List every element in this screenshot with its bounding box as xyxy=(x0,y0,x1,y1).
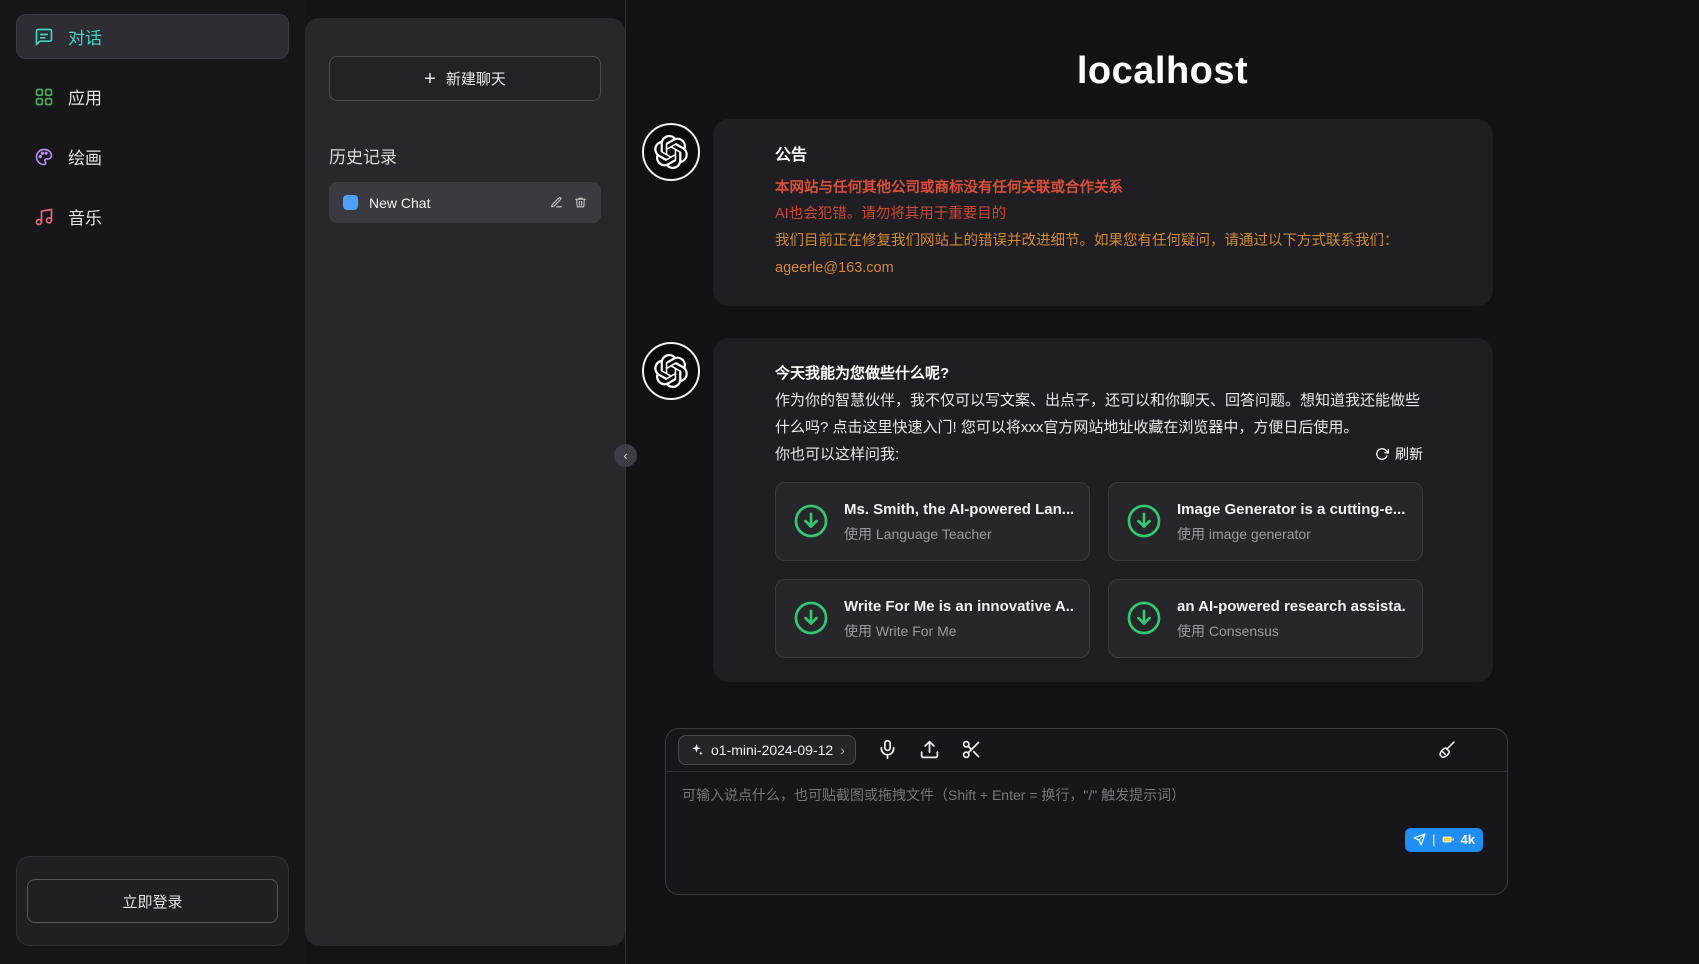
upload-button[interactable] xyxy=(919,739,940,760)
welcome-bubble: 今天我能为您做些什么呢? 作为你的智慧伙伴，我不仅可以写文案、出点子，还可以和你… xyxy=(713,338,1493,682)
announcement-line: 我们目前正在修复我们网站上的错误并改进细节。如果您有任何疑问，请通过以下方式联系… xyxy=(775,228,1423,255)
suggestion-title: an AI-powered research assista... xyxy=(1177,596,1406,617)
sidebar-item-label: 应用 xyxy=(68,84,102,109)
login-button[interactable]: 立即登录 xyxy=(27,879,278,923)
composer-toolbar: o1-mini-2024-09-12 › xyxy=(666,729,1507,772)
new-chat-button[interactable]: + 新建聊天 xyxy=(329,56,601,101)
announcement-line: 本网站与任何其他公司或商标没有任何关联或合作关系 xyxy=(775,175,1423,202)
model-selector[interactable]: o1-mini-2024-09-12 › xyxy=(678,735,856,765)
composer-body xyxy=(666,772,1507,894)
history-item[interactable]: New Chat xyxy=(329,182,601,223)
apps-grid-icon xyxy=(34,87,54,107)
openai-logo-icon xyxy=(654,135,688,169)
divider: | xyxy=(1432,832,1435,847)
announcement-contact-email[interactable]: ageerle@163.com xyxy=(775,255,1423,282)
chat-bubble-icon xyxy=(34,27,54,47)
scissors-icon xyxy=(961,739,982,760)
sidebar: 对话 应用 绘画 音乐 立即登录 xyxy=(0,0,305,964)
suggestion-title: Write For Me is an innovative A... xyxy=(844,596,1073,617)
login-panel: 立即登录 xyxy=(16,856,289,946)
history-item-actions xyxy=(550,196,587,209)
message-welcome: 今天我能为您做些什么呢? 作为你的智慧伙伴，我不仅可以写文案、出点子，还可以和你… xyxy=(642,338,1699,682)
microphone-button[interactable] xyxy=(877,739,898,760)
chevron-left-icon: ‹ xyxy=(623,448,627,463)
suggestion-title: Ms. Smith, the AI-powered Lan... xyxy=(844,499,1073,520)
paper-plane-icon xyxy=(1413,833,1426,846)
sidebar-item-chat[interactable]: 对话 xyxy=(16,14,289,59)
page-title: localhost xyxy=(626,50,1699,93)
battery-icon xyxy=(1442,833,1455,846)
message-announcement: 公告 本网站与任何其他公司或商标没有任何关联或合作关系 AI也会犯错。请勿将其用… xyxy=(642,119,1699,306)
sidebar-item-label: 绘画 xyxy=(68,144,102,169)
welcome-hint: 你也可以这样问我: xyxy=(775,441,899,468)
announcement-line: AI也会犯错。请勿将其用于重要目的 xyxy=(775,201,1423,228)
chat-list-panel: + 新建聊天 历史记录 New Chat ‹ xyxy=(305,18,625,946)
suggestion-subtitle: 使用 Write For Me xyxy=(844,622,1073,642)
collapse-sidebar-handle[interactable]: ‹ xyxy=(614,444,637,467)
chevron-right-icon: › xyxy=(840,742,845,758)
sidebar-item-apps[interactable]: 应用 xyxy=(16,74,289,119)
refresh-label: 刷新 xyxy=(1395,444,1423,464)
chat-main: localhost 公告 本网站与任何其他公司或商标没有任何关联或合作关系 AI… xyxy=(625,0,1699,964)
new-chat-label: 新建聊天 xyxy=(446,68,506,89)
suggestion-card[interactable]: Image Generator is a cutting-e... 使用 ima… xyxy=(1108,482,1423,561)
sparkle-icon xyxy=(689,742,704,757)
sidebar-item-label: 音乐 xyxy=(68,204,102,229)
scissors-button[interactable] xyxy=(961,739,982,760)
suggestion-grid: Ms. Smith, the AI-powered Lan... 使用 Lang… xyxy=(775,482,1423,658)
suggestion-title: Image Generator is a cutting-e... xyxy=(1177,499,1405,520)
history-title: 历史记录 xyxy=(329,143,601,168)
broom-icon xyxy=(1436,739,1457,760)
edit-pencil-icon[interactable] xyxy=(550,196,563,209)
assistant-avatar xyxy=(642,123,700,181)
sidebar-item-label: 对话 xyxy=(68,24,102,49)
refresh-suggestions-button[interactable]: 刷新 xyxy=(1375,444,1423,464)
message-list: 公告 本网站与任何其他公司或商标没有任何关联或合作关系 AI也会犯错。请勿将其用… xyxy=(626,93,1699,714)
sidebar-item-music[interactable]: 音乐 xyxy=(16,194,289,239)
suggestion-card[interactable]: Ms. Smith, the AI-powered Lan... 使用 Lang… xyxy=(775,482,1090,561)
download-circle-icon xyxy=(792,599,830,637)
model-name: o1-mini-2024-09-12 xyxy=(711,742,833,758)
suggestion-subtitle: 使用 Language Teacher xyxy=(844,525,1073,545)
assistant-avatar xyxy=(642,342,700,400)
welcome-title: 今天我能为您做些什么呢? xyxy=(775,360,1423,387)
delete-trash-icon[interactable] xyxy=(574,196,587,209)
openai-logo-icon xyxy=(654,354,688,388)
clear-context-button[interactable] xyxy=(1436,739,1457,760)
music-note-icon xyxy=(34,207,54,227)
sidebar-item-drawing[interactable]: 绘画 xyxy=(16,134,289,179)
upload-icon xyxy=(919,739,940,760)
send-button[interactable]: | 4k xyxy=(1405,828,1483,852)
refresh-icon xyxy=(1375,447,1389,461)
composer: o1-mini-2024-09-12 › | 4k xyxy=(665,728,1508,895)
welcome-body: 作为你的智慧伙伴，我不仅可以写文案、出点子，还可以和你聊天、回答问题。想知道我还… xyxy=(775,387,1423,441)
download-circle-icon xyxy=(792,502,830,540)
palette-icon xyxy=(34,147,54,167)
suggestion-subtitle: 使用 Consensus xyxy=(1177,622,1406,642)
suggestion-card[interactable]: Write For Me is an innovative A... 使用 Wr… xyxy=(775,579,1090,658)
plus-icon: + xyxy=(424,69,436,89)
announcement-title: 公告 xyxy=(775,141,1423,171)
announcement-bubble: 公告 本网站与任何其他公司或商标没有任何关联或合作关系 AI也会犯错。请勿将其用… xyxy=(713,119,1493,306)
suggestion-subtitle: 使用 image generator xyxy=(1177,525,1405,545)
chat-color-icon xyxy=(343,195,358,210)
hint-row: 你也可以这样问我: 刷新 xyxy=(775,441,1423,468)
download-circle-icon xyxy=(1125,599,1163,637)
history-item-title: New Chat xyxy=(369,195,430,211)
token-count: 4k xyxy=(1461,832,1475,847)
microphone-icon xyxy=(877,739,898,760)
suggestion-card[interactable]: an AI-powered research assista... 使用 Con… xyxy=(1108,579,1423,658)
chat-input[interactable] xyxy=(682,785,1491,881)
download-circle-icon xyxy=(1125,502,1163,540)
